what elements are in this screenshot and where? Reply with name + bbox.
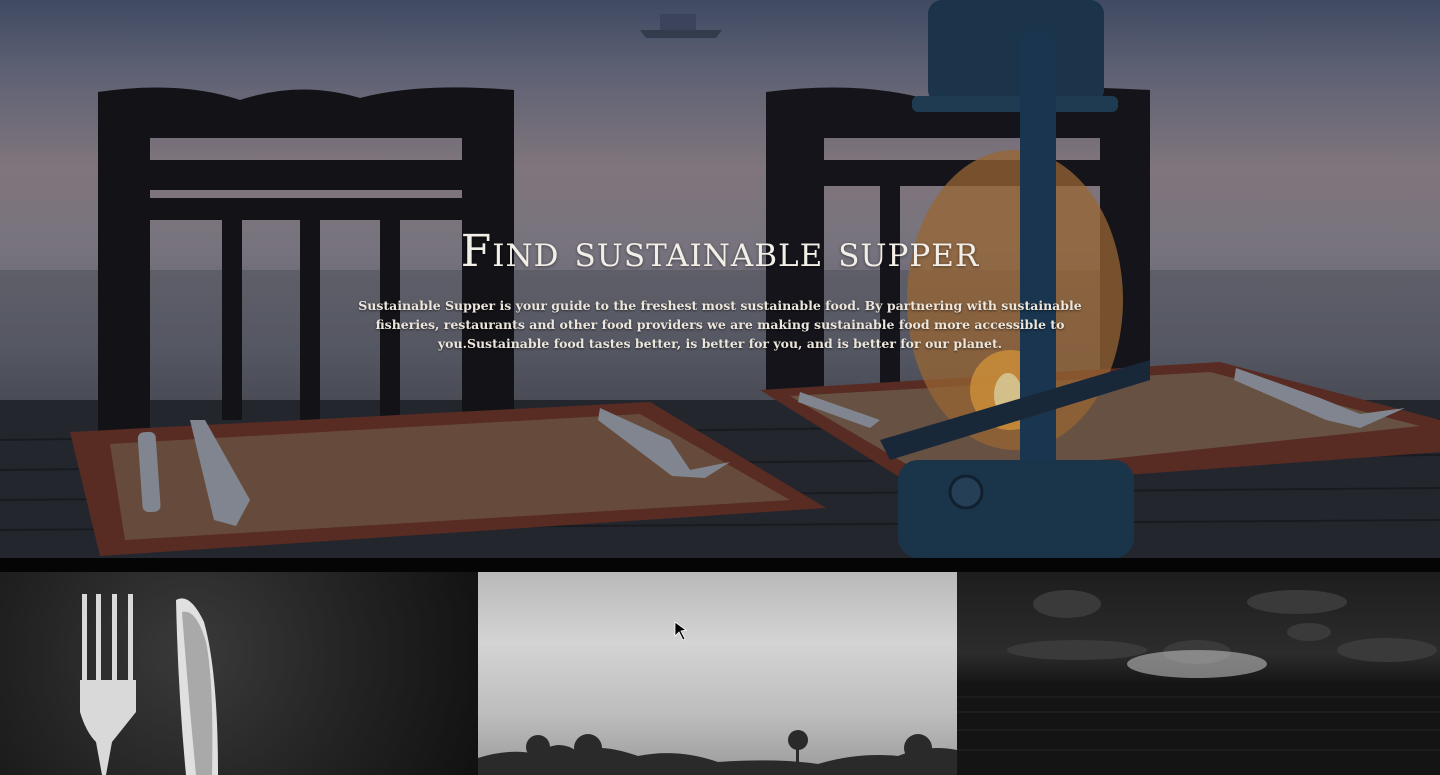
- hero-content: Find sustainable supper Sustainable Supp…: [0, 222, 1440, 353]
- sky-trees-photo: [478, 621, 957, 775]
- section-divider: [0, 558, 1440, 572]
- mouse-cursor-icon: [674, 621, 687, 641]
- hero-banner: Find sustainable supper Sustainable Supp…: [0, 0, 1440, 558]
- hero-title: Find sustainable supper: [460, 226, 980, 277]
- sea-clouds-photo: [957, 590, 1440, 775]
- cutlery-photo: [80, 594, 218, 775]
- cutlery-photo-tile[interactable]: [0, 572, 478, 775]
- sea-clouds-photo-tile[interactable]: [957, 572, 1440, 775]
- photo-tiles: [0, 572, 1440, 775]
- sky-trees-photo-tile[interactable]: [478, 572, 957, 775]
- hero-description: Sustainable Supper is your guide to the …: [358, 298, 1082, 351]
